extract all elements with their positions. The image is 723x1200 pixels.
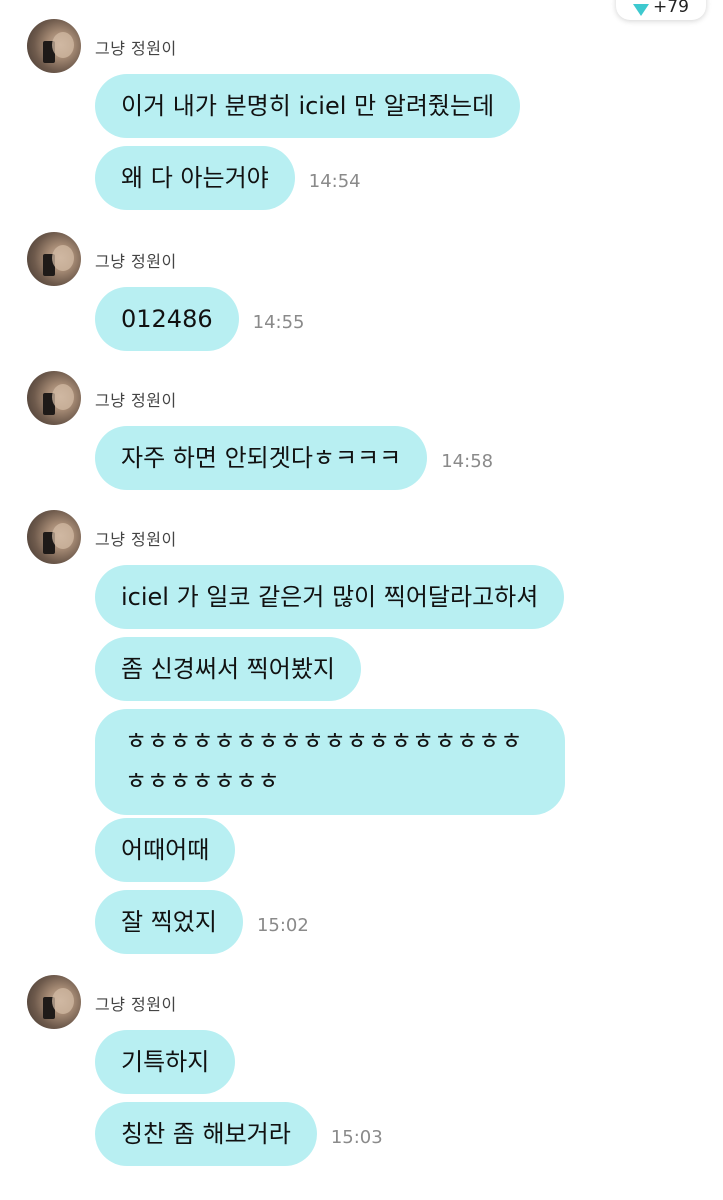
profile-photo-icon: [43, 384, 74, 415]
message-bubble[interactable]: iciel 가 일코 같은거 많이 찍어달라고하셔: [95, 565, 565, 629]
message-bubble[interactable]: 왜 다 아는거야: [95, 146, 295, 210]
message-bubble[interactable]: 잘 찍었지: [95, 890, 243, 954]
sender-name: 그냥 정원이: [95, 530, 177, 549]
message-bubble[interactable]: ㅎㅎㅎㅎㅎㅎㅎㅎㅎㅎㅎㅎㅎㅎㅎㅎㅎㅎㅎㅎㅎㅎㅎㅎㅎ: [95, 709, 565, 815]
message-bubble[interactable]: 012486: [95, 287, 239, 351]
message-row: iciel 가 일코 같은거 많이 찍어달라고하셔: [95, 565, 565, 629]
message-bubble[interactable]: 좀 신경써서 찍어봤지: [95, 637, 361, 701]
message-row: 좀 신경써서 찍어봤지: [95, 637, 361, 701]
message-row: 이거 내가 분명히 iciel 만 알려줬는데: [95, 74, 521, 138]
message-row: 어때어때: [95, 818, 236, 882]
message-row: 칭찬 좀 해보거라 15:03: [95, 1102, 383, 1166]
sender-name: 그냥 정원이: [95, 39, 177, 58]
message-time: 15:02: [256, 915, 309, 936]
message-time: 15:03: [330, 1127, 383, 1148]
sender-name: 그냥 정원이: [95, 252, 177, 271]
profile-photo-icon: [43, 245, 74, 276]
avatar[interactable]: [27, 232, 81, 286]
avatar[interactable]: [27, 19, 81, 73]
message-row: 자주 하면 안되겟다ㅎㅋㅋㅋ 14:58: [95, 426, 493, 490]
profile-photo-icon: [43, 523, 74, 554]
message-row: 잘 찍었지 15:02: [95, 890, 309, 954]
message-bubble[interactable]: 기특하지: [95, 1030, 236, 1094]
reaction-badge[interactable]: +79: [616, 0, 706, 20]
sender-name: 그냥 정원이: [95, 391, 177, 410]
message-time: 14:58: [441, 451, 494, 472]
message-row: 012486 14:55: [95, 287, 305, 351]
profile-photo-icon: [43, 32, 74, 63]
message-bubble[interactable]: 이거 내가 분명히 iciel 만 알려줬는데: [95, 74, 521, 138]
avatar[interactable]: [27, 510, 81, 564]
message-row: 기특하지: [95, 1030, 236, 1094]
message-bubble[interactable]: 칭찬 좀 해보거라: [95, 1102, 317, 1166]
message-time: 14:55: [252, 312, 305, 333]
profile-photo-icon: [43, 988, 74, 1019]
message-row: 왜 다 아는거야 14:54: [95, 146, 361, 210]
sender-name: 그냥 정원이: [95, 995, 177, 1014]
avatar[interactable]: [27, 371, 81, 425]
message-time: 14:54: [308, 171, 361, 192]
message-bubble[interactable]: 자주 하면 안되겟다ㅎㅋㅋㅋ: [95, 426, 428, 490]
message-bubble[interactable]: 어때어때: [95, 818, 236, 882]
diamond-icon: [633, 4, 650, 16]
avatar[interactable]: [27, 975, 81, 1029]
badge-count: +79: [653, 0, 689, 17]
message-row: ㅎㅎㅎㅎㅎㅎㅎㅎㅎㅎㅎㅎㅎㅎㅎㅎㅎㅎㅎㅎㅎㅎㅎㅎㅎ: [95, 709, 565, 815]
